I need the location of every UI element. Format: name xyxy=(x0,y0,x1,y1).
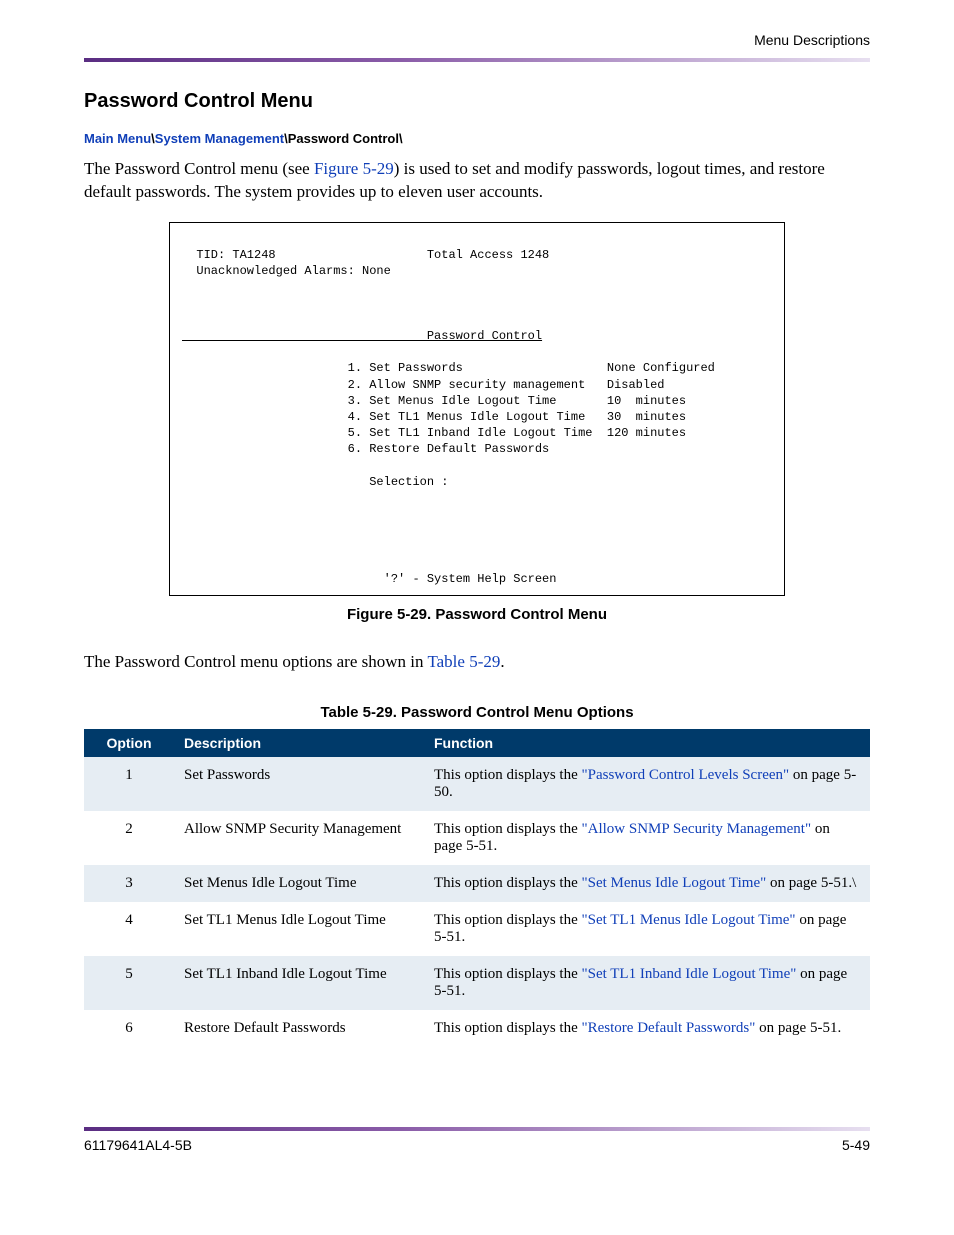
table-row: 5 Set TL1 Inband Idle Logout Time This o… xyxy=(84,956,870,1010)
text: on page 5-51.\ xyxy=(766,875,856,891)
terminal-menu-item: 5. Set TL1 Inband Idle Logout Time 120 m… xyxy=(182,426,686,440)
terminal-line: Unacknowledged Alarms: None xyxy=(182,264,391,278)
intro-paragraph: The Password Control menu (see Figure 5-… xyxy=(84,158,870,204)
text: This option displays the xyxy=(434,875,582,891)
cell-description: Restore Default Passwords xyxy=(174,1010,424,1047)
cell-option: 5 xyxy=(84,956,174,1010)
cell-description: Set Menus Idle Logout Time xyxy=(174,865,424,902)
text: The Password Control menu options are sh… xyxy=(84,652,427,671)
table-header-row: Option Description Function xyxy=(84,729,870,757)
col-description: Description xyxy=(174,729,424,757)
cell-option: 6 xyxy=(84,1010,174,1047)
cell-option: 2 xyxy=(84,811,174,865)
cell-description: Allow SNMP Security Management xyxy=(174,811,424,865)
terminal-menu-item: 1. Set Passwords None Configured xyxy=(182,361,715,375)
options-table: Option Description Function 1 Set Passwo… xyxy=(84,729,870,1047)
page-footer: 61179641AL4-5B 5-49 xyxy=(84,1127,870,1153)
table-row: 6 Restore Default Passwords This option … xyxy=(84,1010,870,1047)
figure-link[interactable]: Figure 5-29 xyxy=(314,159,394,178)
terminal-help-hint: '?' - System Help Screen xyxy=(182,572,556,586)
col-option: Option xyxy=(84,729,174,757)
cell-option: 4 xyxy=(84,902,174,956)
cell-function: This option displays the "Set TL1 Inband… xyxy=(424,956,870,1010)
text: on page 5-51. xyxy=(755,1020,841,1036)
header-rule xyxy=(84,58,870,62)
text: This option displays the xyxy=(434,966,582,982)
figure-caption: Figure 5-29. Password Control Menu xyxy=(84,606,870,623)
xref-link[interactable]: "Allow SNMP Security Management" xyxy=(582,821,812,837)
breadcrumb-current: Password Control\ xyxy=(288,131,403,146)
cell-function: This option displays the "Allow SNMP Sec… xyxy=(424,811,870,865)
xref-link[interactable]: "Set Menus Idle Logout Time" xyxy=(582,875,767,891)
terminal-menu-item: 3. Set Menus Idle Logout Time 10 minutes xyxy=(182,394,686,408)
footer-doc-id: 61179641AL4-5B xyxy=(84,1137,192,1153)
table-link[interactable]: Table 5-29 xyxy=(427,652,500,671)
breadcrumb-system-management[interactable]: System Management xyxy=(155,131,284,146)
cell-option: 1 xyxy=(84,757,174,811)
xref-link[interactable]: "Restore Default Passwords" xyxy=(582,1020,756,1036)
text: This option displays the xyxy=(434,1020,582,1036)
terminal-selection-prompt: Selection : xyxy=(182,475,448,489)
text: This option displays the xyxy=(434,821,582,837)
table-caption: Table 5-29. Password Control Menu Option… xyxy=(84,704,870,721)
cell-function: This option displays the "Password Contr… xyxy=(424,757,870,811)
cell-description: Set Passwords xyxy=(174,757,424,811)
table-row: 2 Allow SNMP Security Management This op… xyxy=(84,811,870,865)
terminal-screenshot: TID: TA1248 Total Access 1248 Unacknowle… xyxy=(169,222,785,596)
text: . xyxy=(500,652,504,671)
page: Menu Descriptions Password Control Menu … xyxy=(0,0,954,1177)
cell-function: This option displays the "Set Menus Idle… xyxy=(424,865,870,902)
xref-link[interactable]: "Set TL1 Inband Idle Logout Time" xyxy=(582,966,797,982)
table-row: 1 Set Passwords This option displays the… xyxy=(84,757,870,811)
cell-description: Set TL1 Menus Idle Logout Time xyxy=(174,902,424,956)
footer-rule xyxy=(84,1127,870,1131)
cell-description: Set TL1 Inband Idle Logout Time xyxy=(174,956,424,1010)
table-row: 3 Set Menus Idle Logout Time This option… xyxy=(84,865,870,902)
section-heading: Password Control Menu xyxy=(84,90,870,113)
breadcrumb: Main Menu\System Management\Password Con… xyxy=(84,131,870,146)
cell-function: This option displays the "Restore Defaul… xyxy=(424,1010,870,1047)
terminal-menu-item: 6. Restore Default Passwords xyxy=(182,442,549,456)
breadcrumb-main-menu[interactable]: Main Menu xyxy=(84,131,151,146)
cell-option: 3 xyxy=(84,865,174,902)
cell-function: This option displays the "Set TL1 Menus … xyxy=(424,902,870,956)
xref-link[interactable]: "Set TL1 Menus Idle Logout Time" xyxy=(582,912,796,928)
table-row: 4 Set TL1 Menus Idle Logout Time This op… xyxy=(84,902,870,956)
table-intro-paragraph: The Password Control menu options are sh… xyxy=(84,651,870,674)
text: The Password Control menu (see xyxy=(84,159,314,178)
xref-link[interactable]: "Password Control Levels Screen" xyxy=(582,767,790,783)
terminal-menu-item: 2. Allow SNMP security management Disabl… xyxy=(182,378,664,392)
text: This option displays the xyxy=(434,912,582,928)
col-function: Function xyxy=(424,729,870,757)
terminal-menu-item: 4. Set TL1 Menus Idle Logout Time 30 min… xyxy=(182,410,686,424)
footer-page-number: 5-49 xyxy=(842,1137,870,1153)
header-section-label: Menu Descriptions xyxy=(84,32,870,48)
text: This option displays the xyxy=(434,767,582,783)
terminal-title: Password Control xyxy=(182,329,542,343)
terminal-line: TID: TA1248 Total Access 1248 xyxy=(182,248,549,262)
